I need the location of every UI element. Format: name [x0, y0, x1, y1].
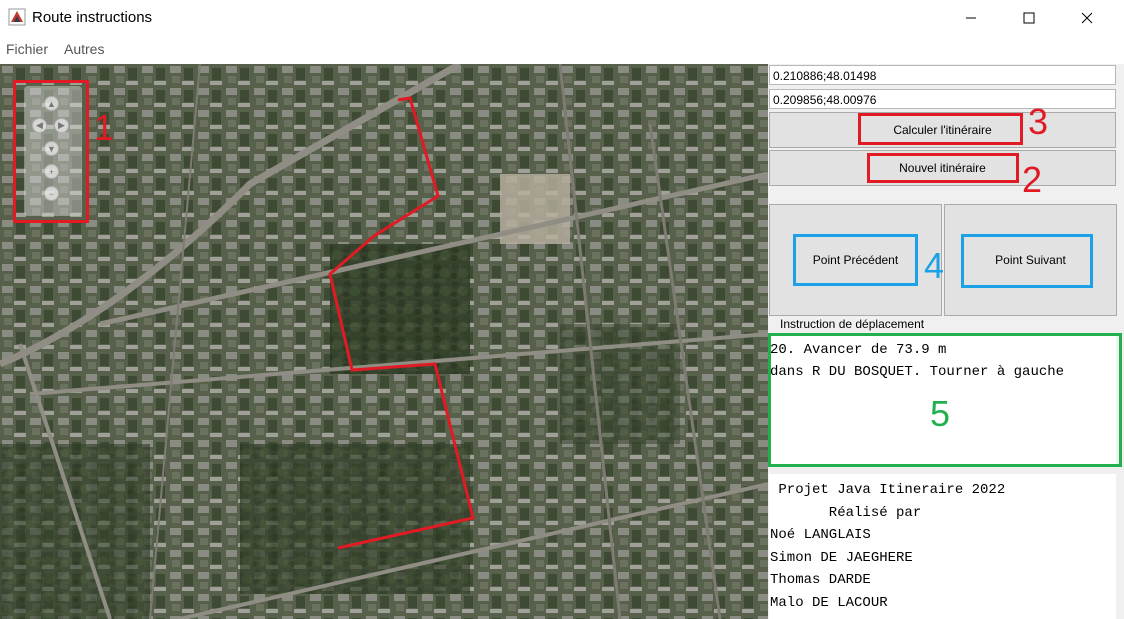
- window-title: Route instructions: [32, 9, 153, 26]
- minimize-icon: [966, 17, 976, 19]
- maximize-button[interactable]: [1006, 0, 1052, 36]
- menu-bar: Fichier Autres: [0, 38, 1124, 62]
- annotation-box-2: [867, 153, 1019, 183]
- menu-fichier[interactable]: Fichier: [6, 41, 48, 57]
- annotation-box-3: [858, 113, 1023, 145]
- credits-line-4: Simon DE JAEGHERE: [770, 550, 913, 566]
- title-bar: Route instructions: [0, 0, 1124, 38]
- map-canvas: [0, 64, 768, 619]
- credits-line-1: Projet Java Itineraire 2022: [770, 482, 1006, 498]
- satellite-map[interactable]: [0, 64, 768, 619]
- end-coordinates-field[interactable]: 0.209856;48.00976: [769, 89, 1116, 109]
- annotation-box-1: [13, 80, 89, 223]
- start-coordinates-field[interactable]: 0.210886;48.01498: [769, 65, 1116, 85]
- annotation-number-4: 4: [924, 245, 945, 286]
- maximize-icon: [1023, 12, 1035, 24]
- close-button[interactable]: [1064, 0, 1110, 36]
- annotation-box-4a: [793, 234, 918, 286]
- credits-line-5: Thomas DARDE: [770, 572, 871, 588]
- annotation-number-5: 5: [930, 393, 951, 434]
- credits-line-3: Noé LANGLAIS: [770, 527, 871, 543]
- minimize-button[interactable]: [948, 0, 994, 36]
- annotation-box-4b: [961, 234, 1093, 288]
- credits-line-6: Malo DE LACOUR: [770, 595, 888, 611]
- annotation-number-1: 1: [94, 107, 115, 148]
- instruction-label: Instruction de déplacement: [780, 317, 925, 331]
- annotation-number-2: 2: [1022, 159, 1043, 200]
- menu-autres[interactable]: Autres: [64, 41, 104, 57]
- java-icon: [8, 8, 26, 26]
- close-icon: [1081, 12, 1093, 24]
- credits-line-2: Réalisé par: [770, 505, 922, 521]
- credits-text-area: Projet Java Itineraire 2022 Réalisé par …: [769, 474, 1116, 619]
- annotation-number-3: 3: [1028, 101, 1049, 142]
